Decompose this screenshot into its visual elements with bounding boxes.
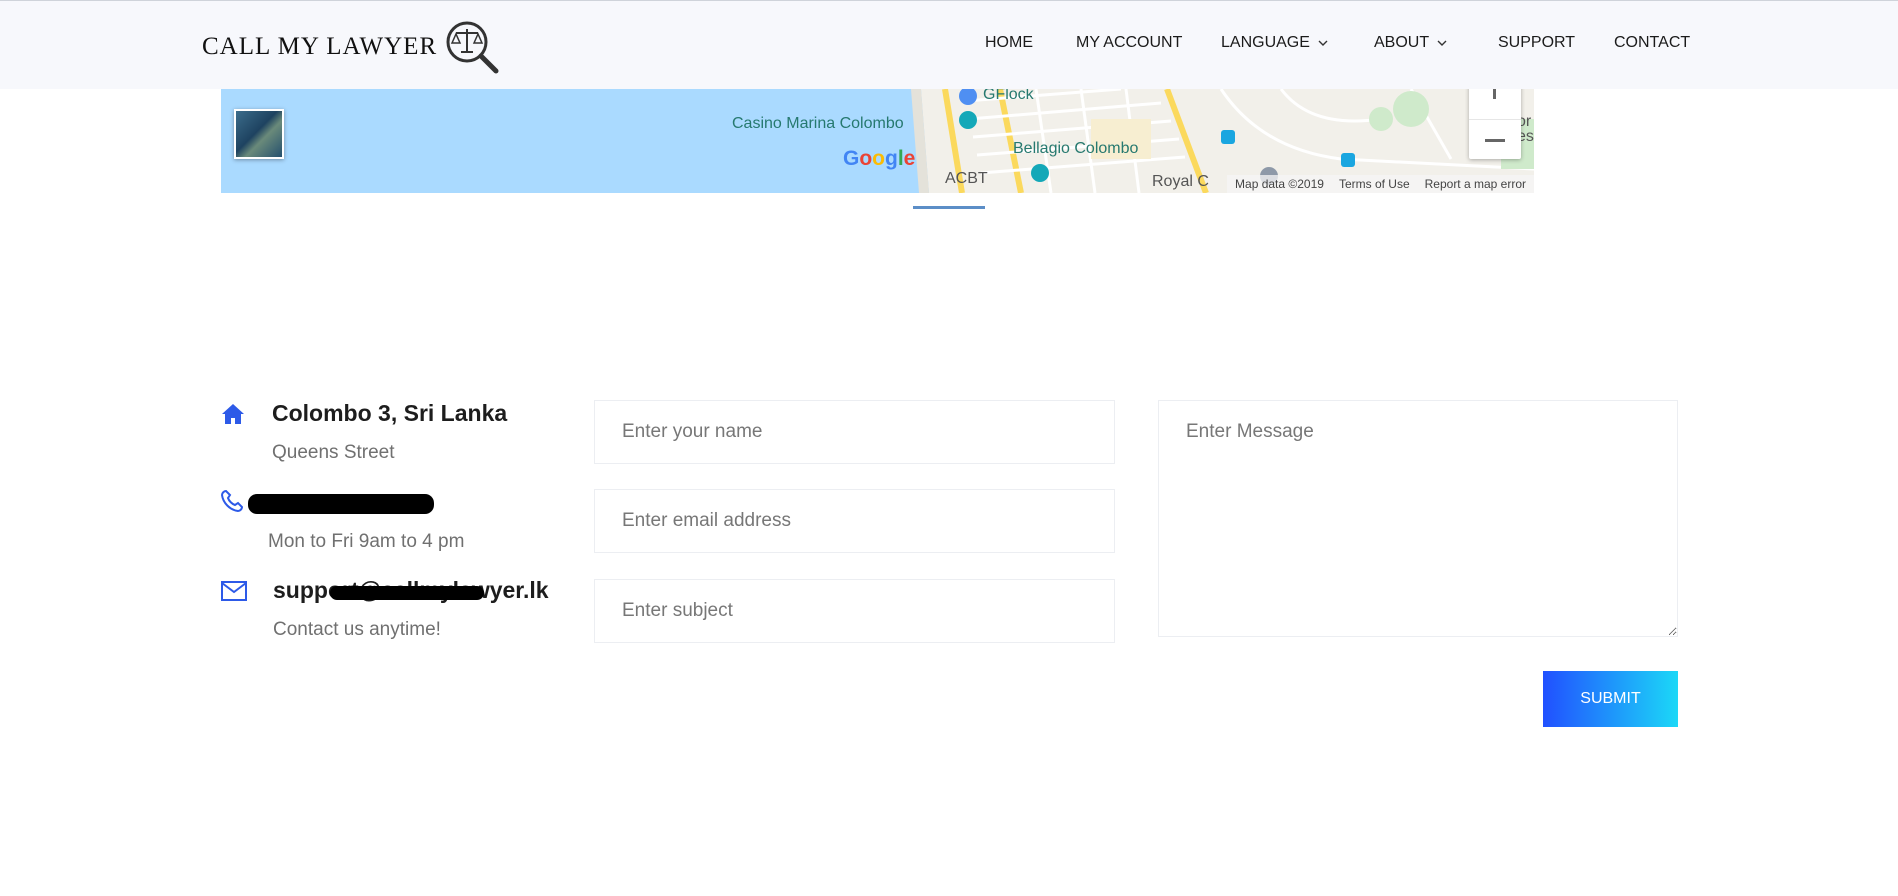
address-title: Colombo 3, Sri Lanka xyxy=(272,400,508,426)
nav-support-label: SUPPORT xyxy=(1498,34,1576,51)
chevron-down-icon xyxy=(1318,40,1328,46)
chevron-down-icon xyxy=(1437,40,1447,46)
site-header: CALL MY LAWYER HOME MY ACCOUNT LANGUAGE … xyxy=(0,0,1898,89)
nav-language-label: LANGUAGE xyxy=(1221,34,1310,51)
map-attribution: Map data ©2019 Terms of Use Report a map… xyxy=(1227,175,1534,193)
name-input[interactable] xyxy=(594,400,1115,464)
nav-home-label: HOME xyxy=(985,34,1033,51)
google-logo[interactable]: Google xyxy=(843,147,915,171)
subject-input[interactable] xyxy=(594,579,1115,643)
nav-home[interactable]: HOME xyxy=(985,34,1033,52)
nav-contact-label: CONTACT xyxy=(1614,34,1691,51)
nav-my-account[interactable]: MY ACCOUNT xyxy=(1076,34,1182,52)
redacted-phone xyxy=(248,494,434,514)
google-logo-letter: e xyxy=(903,147,916,170)
google-logo-letter: o xyxy=(872,147,885,170)
zoom-in-button[interactable] xyxy=(1469,89,1521,119)
map-label-bellagio: Bellagio Colombo xyxy=(1013,140,1139,157)
email-sub: Contact us anytime! xyxy=(273,619,441,640)
report-map-error-link[interactable]: Report a map error xyxy=(1425,177,1526,191)
nav-about-label: ABOUT xyxy=(1374,34,1430,51)
google-logo-letter: g xyxy=(885,147,898,170)
google-logo-letter: G xyxy=(843,147,860,170)
logo-text: CALL MY LAWYER xyxy=(202,33,438,60)
nav-my-account-label: MY ACCOUNT xyxy=(1076,34,1183,51)
map-embed-credit-link[interactable] xyxy=(913,206,985,209)
nav-support[interactable]: SUPPORT xyxy=(1498,34,1575,52)
map-label-acbt: ACBT xyxy=(945,170,988,187)
google-map[interactable]: GFlock Casino Marina Colombo Bellagio Co… xyxy=(221,89,1534,193)
nav-language[interactable]: LANGUAGE xyxy=(1221,34,1328,52)
submit-button[interactable]: SUBMIT xyxy=(1543,671,1678,727)
message-textarea[interactable] xyxy=(1158,400,1678,637)
google-logo-letter: o xyxy=(859,147,873,170)
map-label-gflock: GFlock xyxy=(983,89,1034,103)
home-icon xyxy=(222,404,244,424)
nav-about[interactable]: ABOUT xyxy=(1374,34,1447,52)
map-data-label: Map data ©2019 xyxy=(1235,177,1324,191)
map-label-casino: Casino Marina Colombo xyxy=(732,115,904,132)
site-logo[interactable]: CALL MY LAWYER xyxy=(202,19,501,75)
terms-of-use-link[interactable]: Terms of Use xyxy=(1339,177,1410,191)
zoom-control xyxy=(1469,89,1521,159)
envelope-icon xyxy=(221,581,247,601)
nav-contact[interactable]: CONTACT xyxy=(1614,34,1690,52)
scales-magnifier-icon xyxy=(446,21,499,74)
phone-icon xyxy=(221,490,243,512)
redacted-email xyxy=(330,586,484,600)
satellite-toggle-button[interactable] xyxy=(234,109,284,159)
zoom-out-button[interactable] xyxy=(1469,119,1521,160)
address-sub: Queens Street xyxy=(272,442,395,463)
email-input[interactable] xyxy=(594,489,1115,553)
phone-sub: Mon to Fri 9am to 4 pm xyxy=(268,531,465,552)
map-label-royal: Royal C xyxy=(1152,173,1209,190)
